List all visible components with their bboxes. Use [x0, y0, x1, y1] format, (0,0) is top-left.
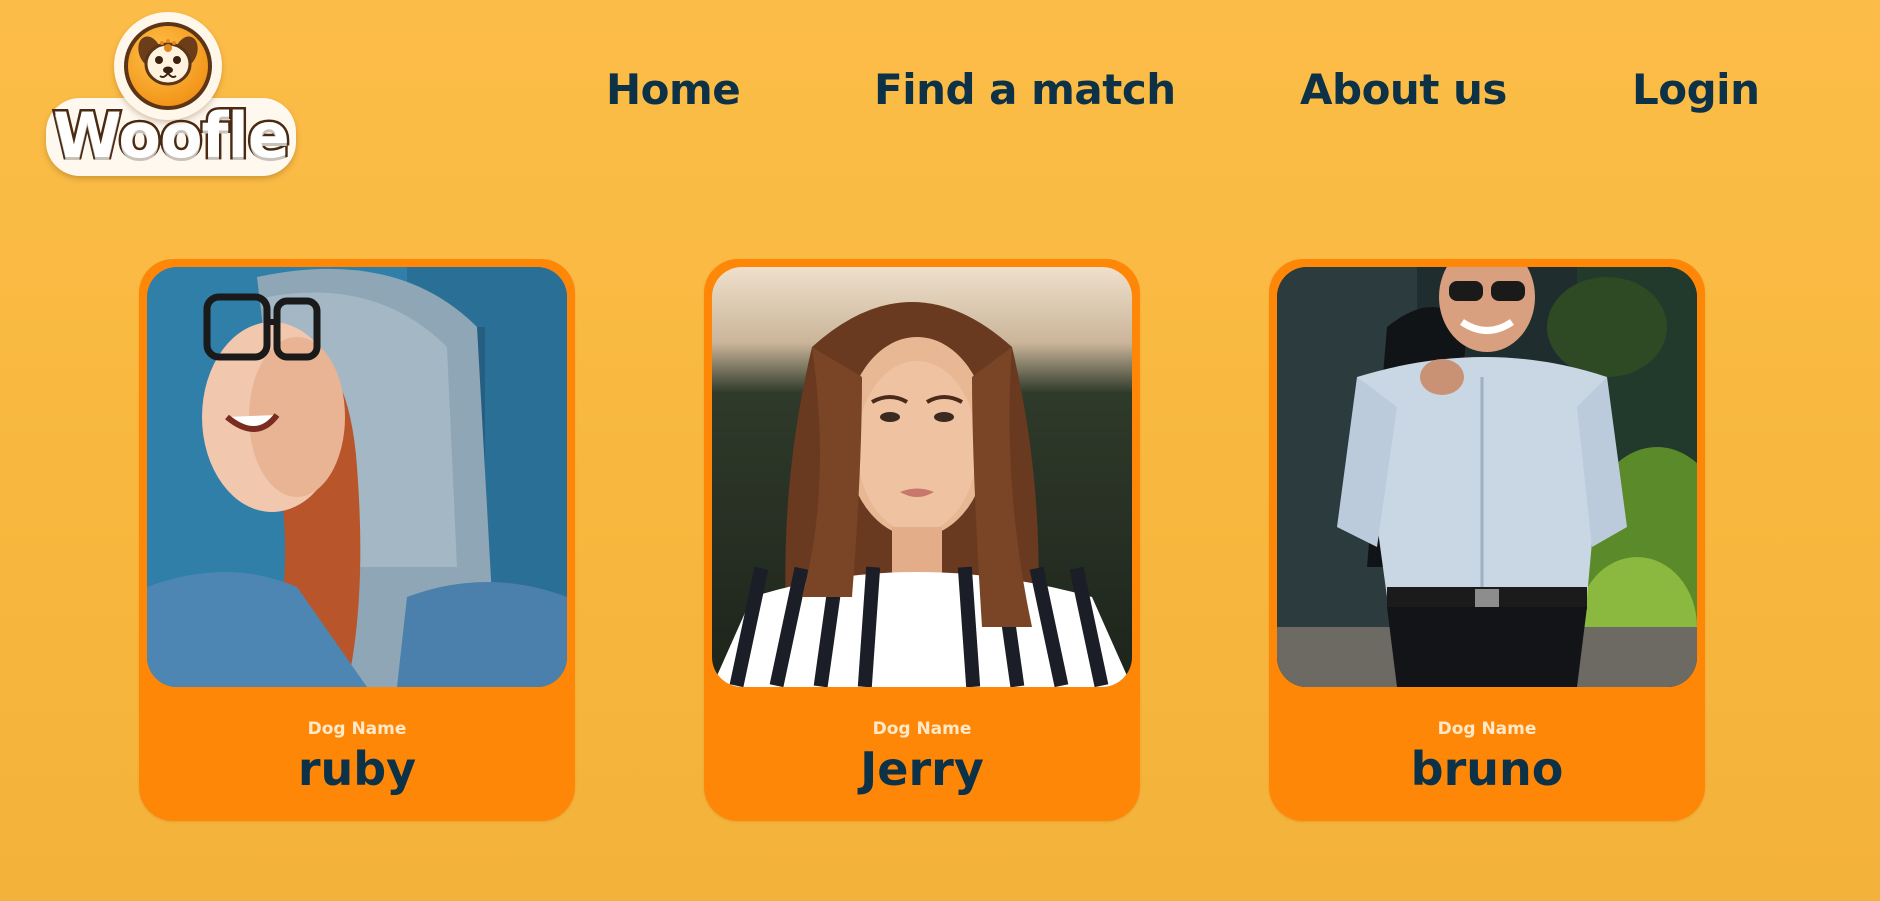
- match-card[interactable]: Dog Name ruby: [139, 259, 575, 821]
- dog-name-label: Dog Name: [872, 719, 972, 739]
- match-card[interactable]: Dog Name bruno: [1269, 259, 1705, 821]
- nav-home-link[interactable]: Home: [606, 60, 741, 120]
- match-card[interactable]: Dog Name Jerry: [704, 259, 1140, 821]
- main-nav: Home Find a match About us Login: [0, 60, 1880, 120]
- profile-photo: [147, 267, 567, 687]
- dog-name: bruno: [1410, 742, 1564, 796]
- dog-name-label: Dog Name: [1437, 719, 1537, 739]
- nav-login-link[interactable]: Login: [1632, 60, 1760, 120]
- profile-photo: [712, 267, 1132, 687]
- dog-name: ruby: [297, 742, 417, 796]
- site-header: Woofle Home Find a match About us Login: [0, 0, 1880, 180]
- dog-name: Jerry: [860, 742, 984, 796]
- dog-name-label: Dog Name: [307, 719, 407, 739]
- nav-find-match-link[interactable]: Find a match: [874, 60, 1176, 120]
- nav-about-us-link[interactable]: About us: [1300, 60, 1507, 120]
- profile-photo: [1277, 267, 1697, 687]
